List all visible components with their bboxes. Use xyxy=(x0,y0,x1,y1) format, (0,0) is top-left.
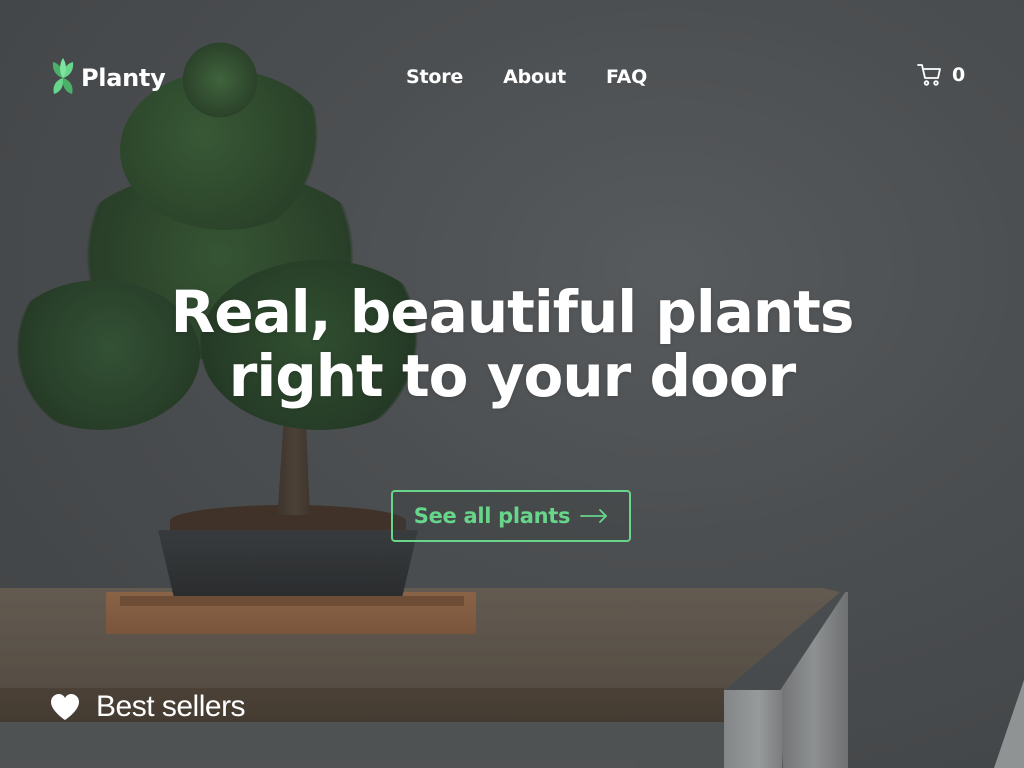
site-header: Planty Store About FAQ 0 xyxy=(0,0,1024,155)
leaf-icon xyxy=(52,58,74,94)
nav-link-about[interactable]: About xyxy=(503,66,566,88)
best-sellers-heading: Best sellers xyxy=(50,690,246,724)
brand-logo[interactable]: Planty xyxy=(50,56,166,100)
main-nav: Store About FAQ xyxy=(406,66,647,88)
nav-link-store[interactable]: Store xyxy=(406,66,463,88)
hero-heading-line-2: right to your door xyxy=(228,342,797,410)
hero-heading-line-1: Real, beautiful plants xyxy=(170,278,855,346)
heart-icon xyxy=(51,694,79,720)
hero-heading: Real, beautiful plants right to your doo… xyxy=(112,280,912,408)
cart-button[interactable]: 0 xyxy=(916,62,965,88)
arrow-right-icon xyxy=(580,509,608,523)
cta-label: See all plants xyxy=(413,504,571,528)
cart-icon xyxy=(917,64,941,86)
best-sellers-title: Best sellers xyxy=(96,690,246,723)
nav-link-faq[interactable]: FAQ xyxy=(606,66,647,88)
brand-name: Planty xyxy=(81,64,166,92)
cart-count: 0 xyxy=(952,64,966,86)
see-all-plants-button[interactable]: See all plants xyxy=(391,490,631,542)
